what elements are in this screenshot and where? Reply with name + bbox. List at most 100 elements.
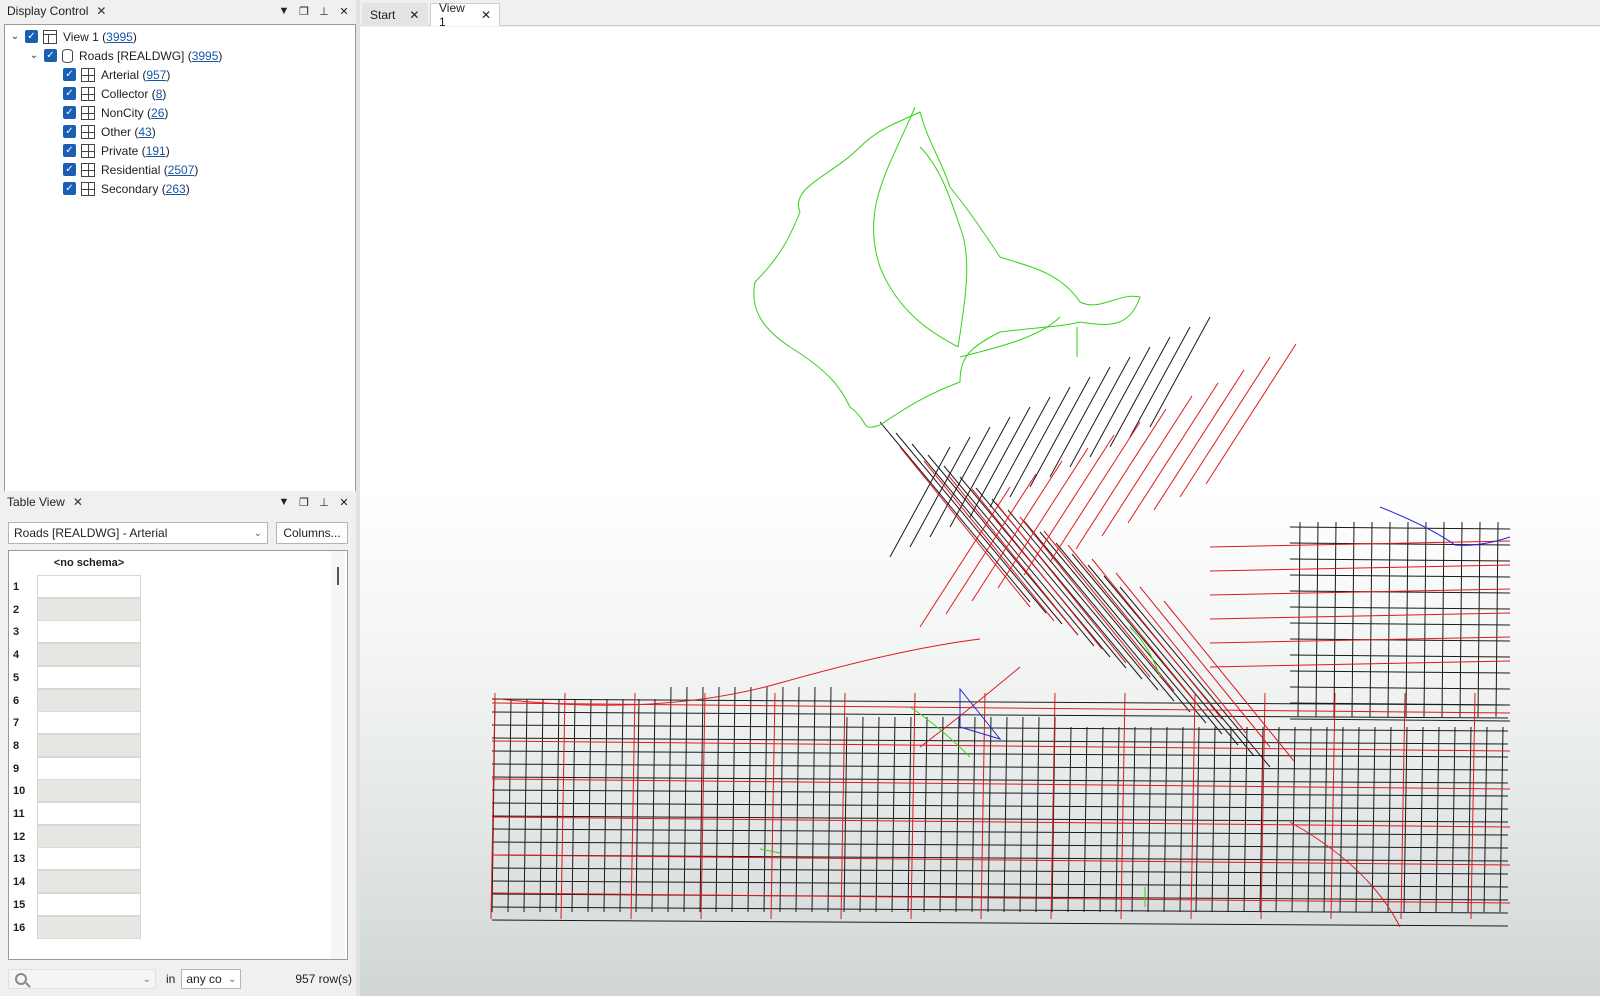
table-row[interactable]: 10 <box>9 779 153 803</box>
layer-checkbox[interactable]: ✓ <box>63 144 76 157</box>
table-cell[interactable] <box>37 733 141 757</box>
table-cell[interactable] <box>37 575 141 598</box>
panel-close-icon[interactable]: ✕ <box>336 3 352 19</box>
table-cell[interactable] <box>37 620 141 644</box>
residential-road <box>1289 526 1511 530</box>
residential-road <box>1441 521 1445 718</box>
chevron-down-icon[interactable]: ⌄ <box>9 31 21 43</box>
panel-pin-icon[interactable]: ⊥ <box>316 494 332 510</box>
table-cell[interactable] <box>37 779 141 803</box>
table-row[interactable]: 8 <box>9 733 153 757</box>
layer-count-link[interactable]: 191 <box>146 144 166 158</box>
display-control-close-icon[interactable]: ✕ <box>96 4 106 18</box>
tree-row-layer-collector[interactable]: ✓ Collector (8) <box>59 84 166 103</box>
tab-start[interactable]: Start ✕ <box>362 3 428 26</box>
table-cell[interactable] <box>37 597 141 621</box>
scrollbar-thumb[interactable] <box>337 567 339 585</box>
table-cell[interactable] <box>37 756 141 780</box>
tree-row-layer-private[interactable]: ✓ Private (191) <box>59 141 170 160</box>
chevron-down-icon[interactable]: ⌄ <box>28 50 40 62</box>
layer-count-link[interactable]: 957 <box>146 68 166 82</box>
chevron-down-icon[interactable]: ⌄ <box>143 974 151 985</box>
panel-menu-icon[interactable]: ▼ <box>276 494 292 510</box>
table-row[interactable]: 16 <box>9 915 153 939</box>
view-count-link[interactable]: 3995 <box>106 30 133 44</box>
tree-row-layer-secondary[interactable]: ✓ Secondary (263) <box>59 179 190 198</box>
view-checkbox[interactable]: ✓ <box>25 30 38 43</box>
map-view[interactable] <box>360 27 1600 996</box>
table-row[interactable]: 12 <box>9 824 153 848</box>
view-icon <box>43 29 57 44</box>
table-cell[interactable] <box>37 711 141 735</box>
table-row[interactable]: 4 <box>9 643 153 667</box>
table-cell[interactable] <box>37 915 141 939</box>
table-cell[interactable] <box>37 688 141 712</box>
layer-checkbox[interactable]: ✓ <box>63 106 76 119</box>
grid-scrollbar[interactable] <box>331 551 345 959</box>
tree-row-layer-residential[interactable]: ✓ Residential (2507) <box>59 160 198 179</box>
source-checkbox[interactable]: ✓ <box>44 49 57 62</box>
table-row[interactable]: 5 <box>9 665 153 689</box>
layer-count-link[interactable]: 43 <box>138 125 151 139</box>
table-row[interactable]: 15 <box>9 892 153 916</box>
column-filter-select[interactable]: any co ⌄ <box>181 969 242 989</box>
table-row[interactable]: 14 <box>9 870 153 894</box>
table-view-title: Table View <box>7 495 65 509</box>
table-cell[interactable] <box>37 847 141 871</box>
table-cell[interactable] <box>37 802 141 825</box>
table-row[interactable]: 11 <box>9 802 153 825</box>
table-cell[interactable] <box>37 870 141 894</box>
table-row[interactable]: 2 <box>9 597 153 621</box>
tab-close-icon[interactable]: ✕ <box>481 8 491 22</box>
table-cell[interactable] <box>37 665 141 689</box>
layer-count-link[interactable]: 2507 <box>168 163 195 177</box>
tree-row-layer-noncity[interactable]: ✓ NonCity (26) <box>59 103 168 122</box>
panel-menu-icon[interactable]: ▼ <box>276 3 292 19</box>
table-source-select[interactable]: Roads [REALDWG] - Arterial ⌄ <box>8 522 268 544</box>
panel-pin-icon[interactable]: ⊥ <box>316 3 332 19</box>
row-number: 11 <box>13 808 25 820</box>
arterial-road <box>1179 356 1271 498</box>
table-row[interactable]: 1 <box>9 575 153 598</box>
table-cell[interactable] <box>37 824 141 848</box>
tree-row-layer-other[interactable]: ✓ Other (43) <box>59 122 156 141</box>
layer-checkbox[interactable]: ✓ <box>63 68 76 81</box>
layer-checkbox[interactable]: ✓ <box>63 182 76 195</box>
panel-close-icon[interactable]: ✕ <box>336 494 352 510</box>
columns-button[interactable]: Columns... <box>276 522 348 544</box>
tab-close-icon[interactable]: ✕ <box>409 8 419 22</box>
column-header[interactable]: <no schema> <box>37 553 141 573</box>
road-network-map[interactable] <box>360 27 1600 996</box>
table-cell[interactable] <box>37 892 141 916</box>
tree-row-view[interactable]: ⌄ ✓ View 1 (3995) <box>9 27 137 46</box>
panel-float-icon[interactable]: ❐ <box>296 494 312 510</box>
table-row[interactable]: 3 <box>9 620 153 644</box>
tab-view-1[interactable]: View 1 ✕ <box>430 1 500 29</box>
layer-count-link[interactable]: 8 <box>156 87 163 101</box>
layer-checkbox[interactable]: ✓ <box>63 87 76 100</box>
layer-count-link[interactable]: 26 <box>151 106 164 120</box>
residential-road <box>779 686 784 913</box>
residential-road <box>635 698 640 913</box>
table-view-close-icon[interactable]: ✕ <box>73 495 83 509</box>
table-row[interactable]: 13 <box>9 847 153 871</box>
residential-road <box>491 802 1509 810</box>
layer-checkbox[interactable]: ✓ <box>63 125 76 138</box>
panel-float-icon[interactable]: ❐ <box>296 3 312 19</box>
layer-count-link[interactable]: 263 <box>166 182 186 196</box>
residential-road <box>1495 521 1499 718</box>
table-row[interactable]: 9 <box>9 756 153 780</box>
source-count-link[interactable]: 3995 <box>192 49 219 63</box>
residential-road <box>1289 622 1511 626</box>
search-input[interactable]: ⌄ <box>8 969 156 989</box>
row-number: 9 <box>13 762 20 775</box>
tree-row-layer-arterial[interactable]: ✓ Arterial (957) <box>59 65 170 84</box>
table-row[interactable]: 7 <box>9 711 153 735</box>
residential-road <box>491 750 1509 758</box>
table-cell[interactable] <box>37 643 141 667</box>
residential-road <box>667 686 672 913</box>
table-row[interactable]: 6 <box>9 688 153 712</box>
tree-row-source[interactable]: ⌄ ✓ Roads [REALDWG] (3995) <box>28 46 222 65</box>
layer-checkbox[interactable]: ✓ <box>63 163 76 176</box>
arterial-road <box>1205 343 1297 485</box>
